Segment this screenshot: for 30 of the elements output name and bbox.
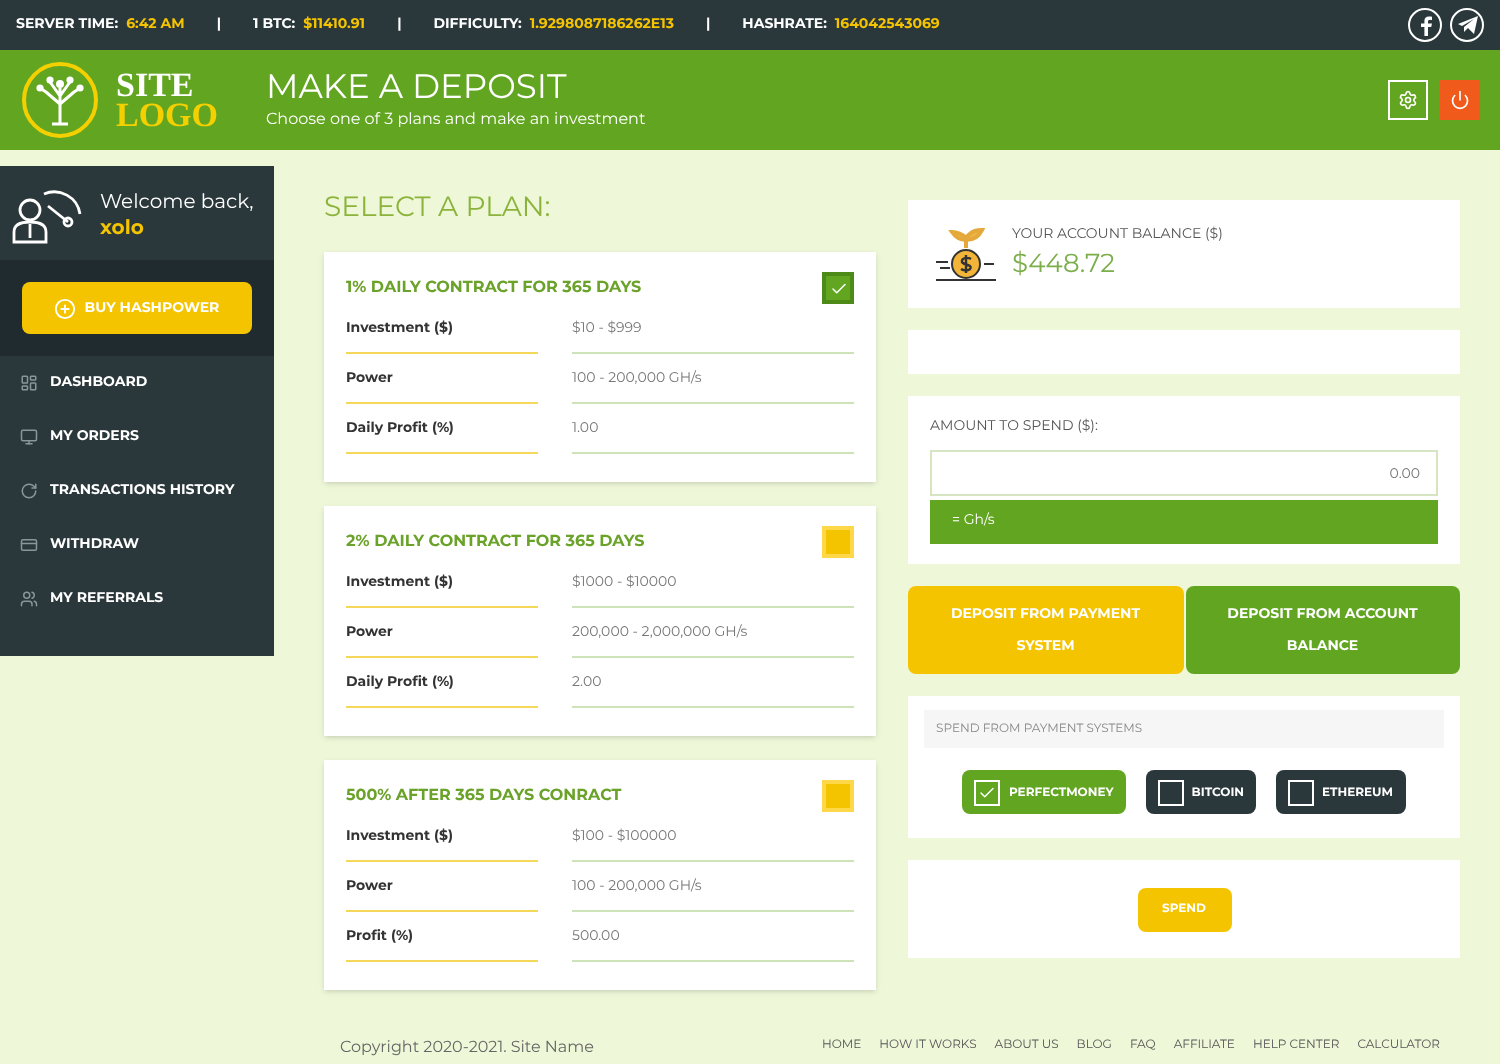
- logo-text: LOGO: [116, 100, 219, 130]
- section-heading: SELECT A PLAN:: [324, 186, 553, 228]
- settings-button[interactable]: [1388, 80, 1428, 120]
- plan-title: 2% DAILY CONTRACT FOR 365 DAYS: [346, 530, 645, 554]
- copyright-text: Copyright 2020-2021. Site Name: [340, 1036, 594, 1060]
- dashboard-icon: [20, 374, 38, 392]
- monitor-icon: [20, 428, 38, 446]
- users-icon: [20, 590, 38, 608]
- tree-logo-icon: [20, 60, 100, 140]
- welcome-text: Welcome back,: [100, 187, 254, 213]
- plus-circle-icon: [54, 297, 77, 319]
- username: xolo: [100, 213, 146, 239]
- refresh-icon: [20, 482, 38, 500]
- balance-amount: $448.72: [1012, 245, 1118, 283]
- plan-title: 1% DAILY CONTRACT FOR 365 DAYS: [346, 276, 642, 300]
- logo-text: SITE: [116, 70, 194, 100]
- settings-icon: [1398, 90, 1418, 110]
- card-icon: [20, 536, 38, 554]
- check-icon: [829, 279, 847, 297]
- page-title: MAKE A DEPOSIT: [266, 68, 569, 108]
- plan-checkbox[interactable]: [822, 272, 854, 304]
- checkbox-icon: [974, 779, 1001, 805]
- checkbox-icon: [1157, 779, 1184, 805]
- checkbox-icon: [1288, 779, 1315, 805]
- page-subtitle: Choose one of 3 plans and make an investment: [266, 108, 646, 132]
- paper-plane-icon[interactable]: [1450, 8, 1484, 42]
- facebook-icon[interactable]: [1408, 8, 1442, 42]
- plan-title: 500% AFTER 365 DAYS CONRACT: [346, 784, 622, 808]
- power-icon: [1450, 90, 1470, 110]
- power-button[interactable]: [1440, 80, 1480, 120]
